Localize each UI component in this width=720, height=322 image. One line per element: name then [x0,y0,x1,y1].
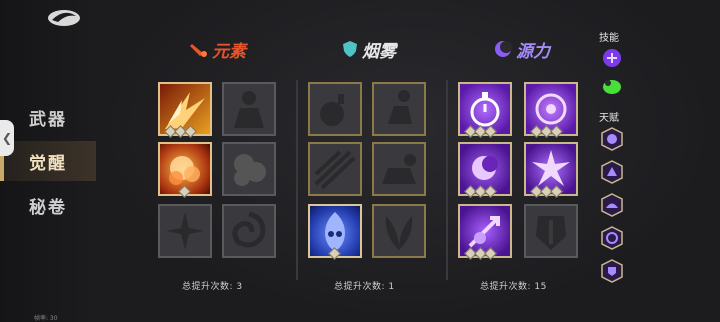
skill-slot-2-icon[interactable] [601,74,623,98]
upgrade-pips [178,185,191,198]
game-logo-icon [48,10,80,26]
awakening-tile-fire-2[interactable] [222,82,276,136]
total-upgrades-force: 总提升次数: 15 [480,282,547,292]
upgrade-pips [164,125,197,138]
awakening-tile-smoke-4[interactable] [372,142,426,196]
talent-slot-3-icon[interactable] [601,193,623,217]
upgrade-pips [328,247,341,260]
upgrade-pips [530,125,563,138]
total-upgrades-smoke: 总提升次数: 1 [334,282,395,292]
talent-slot-2-icon[interactable] [601,160,623,184]
sidebar-item-label: 秘卷 [29,197,67,218]
column-header-element: 元素 [190,34,246,64]
rocket-icon [190,44,207,57]
column-divider [296,80,298,280]
column-title: 元素 [212,41,246,62]
upgrade-pips [464,185,497,198]
awakening-tile-smoke-1[interactable] [308,82,362,136]
skills-label: 技能 [599,33,619,44]
crouching-figure-icon [388,90,412,124]
chevron-left-icon: ❮ [1,131,13,145]
awakening-panel: 元素 烟雾 源力 总提升次数: 3 总提升次数: 1 总提升次数: 15 技能 … [96,0,720,322]
swirl-icon [232,211,266,248]
crescent-icon [495,41,512,57]
sidebar-item-weapons[interactable]: 武器 [0,97,96,137]
awakening-tile-smoke-2[interactable] [372,82,426,136]
column-title: 源力 [516,41,550,62]
talents-label: 天赋 [599,113,619,124]
warrior-silhouette-icon [234,91,264,128]
awakening-tile-fire-5[interactable] [158,204,212,258]
awakening-tile-force-6[interactable] [524,204,578,258]
sidebar: 武器 觉醒 秘卷 帧率: 30 [0,0,96,322]
upgrade-pips [530,185,563,198]
awakening-tile-fire-4[interactable] [222,142,276,196]
awakening-tile-smoke-3[interactable] [308,142,362,196]
sidebar-item-scrolls[interactable]: 秘卷 [0,185,96,225]
sidebar-item-label: 觉醒 [29,153,67,174]
leaf-burst-icon [385,216,413,250]
awakening-tile-fire-6[interactable] [222,204,276,258]
sidebar-item-awakening[interactable]: 觉醒 [0,141,96,181]
total-upgrades-element: 总提升次数: 3 [182,282,243,292]
column-header-smoke: 烟雾 [342,34,396,64]
armor-mask-icon [536,216,566,250]
shield-icon [343,41,357,57]
talent-slot-4-icon[interactable] [601,226,623,250]
skill-slot-1-icon[interactable] [601,46,623,70]
column-header-force: 源力 [494,34,550,64]
sidebar-item-label: 武器 [29,109,67,130]
dash-lines-icon [314,150,356,190]
fps-counter: 帧率: 30 [34,315,58,322]
bomb-icon [320,94,344,126]
spike-burst-icon [166,212,204,250]
upgrade-pips [464,247,497,260]
column-title: 烟雾 [362,41,396,62]
smoke-cloud-icon [234,154,266,186]
collapse-sidebar-button[interactable]: ❮ [0,120,14,156]
awakening-tile-smoke-6[interactable] [372,204,426,258]
column-divider [446,80,448,280]
crawling-figure-icon [382,154,416,184]
talent-slot-1-icon[interactable] [601,127,623,151]
upgrade-pips [464,125,497,138]
talent-slot-5-icon[interactable] [601,259,623,283]
